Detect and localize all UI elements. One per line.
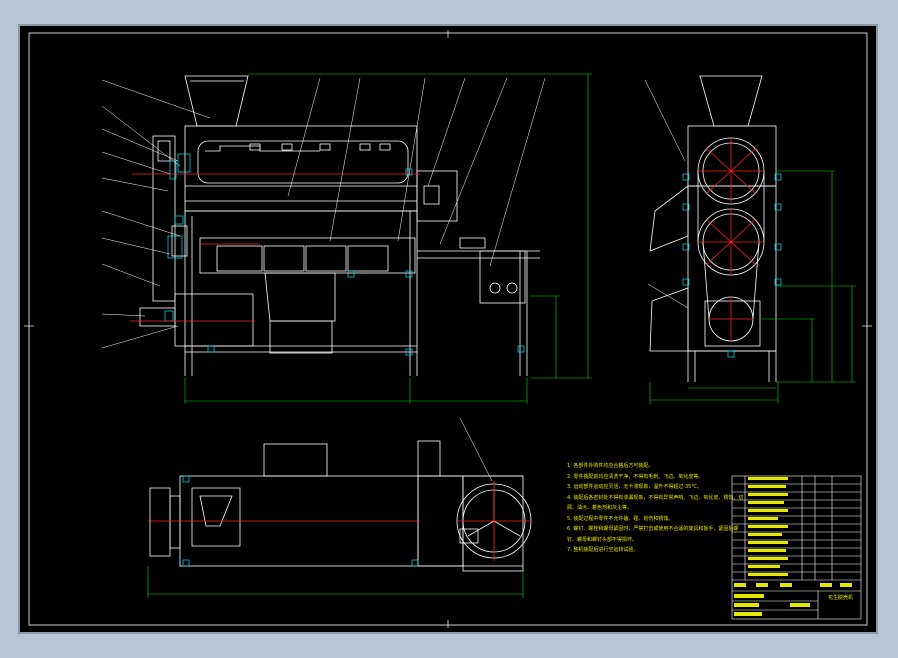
note-line: 7. 整机装配后进行空运转试验。 — [567, 547, 639, 553]
top-view-centerlines — [148, 481, 532, 561]
side-view-centerlines — [698, 138, 764, 341]
note-line: 5. 装配过程中零件不允许磕、碰、划伤和锈蚀。 — [567, 515, 674, 522]
front-view-leaders — [101, 77, 546, 349]
note-line: 3. 运动部件运动应灵活，无卡滞现象，温升不得超过 35℃。 — [567, 484, 702, 490]
top-view — [149, 440, 532, 572]
top-view-leaders — [459, 417, 493, 482]
front-view-dimensions — [184, 73, 592, 404]
side-view — [649, 75, 777, 382]
front-view-centerlines — [130, 173, 420, 322]
front-view-hatch — [164, 153, 525, 356]
technical-notes: 1. 各部件外购件均应合格后方可装配。 2. 零件装配前均应清洗干净，不得有毛刺… — [567, 461, 752, 556]
note-line: 2. 零件装配前均应清洗干净，不得有毛刺、飞边、氧化皮等。 — [567, 473, 704, 480]
drawing-sheet: 1. 各部件外购件均应合格后方可装配。 2. 零件装配前均应清洗干净，不得有毛刺… — [20, 26, 876, 632]
note-line: 6. 螺钉、螺栓和螺母紧固时，严禁打击或使用不合适的旋具和扳手，紧固后螺 — [567, 526, 739, 532]
front-view — [139, 75, 540, 376]
note-line: 1. 各部件外购件均应合格后方可装配。 — [567, 463, 654, 469]
side-view-dimensions — [649, 170, 856, 404]
note-line: 屑、油污、着色剂和灰尘等。 — [567, 505, 633, 511]
drawing-title: 花生脱壳机 — [828, 595, 854, 601]
note-line: 钉、螺母和螺钉头部不得损坏。 — [567, 536, 638, 543]
side-view-leaders — [644, 79, 689, 309]
note-line: 4. 装配后各密封处不得有渗漏现象，不得有异常声响、飞边、氧化皮、锈蚀、切 — [567, 494, 744, 501]
